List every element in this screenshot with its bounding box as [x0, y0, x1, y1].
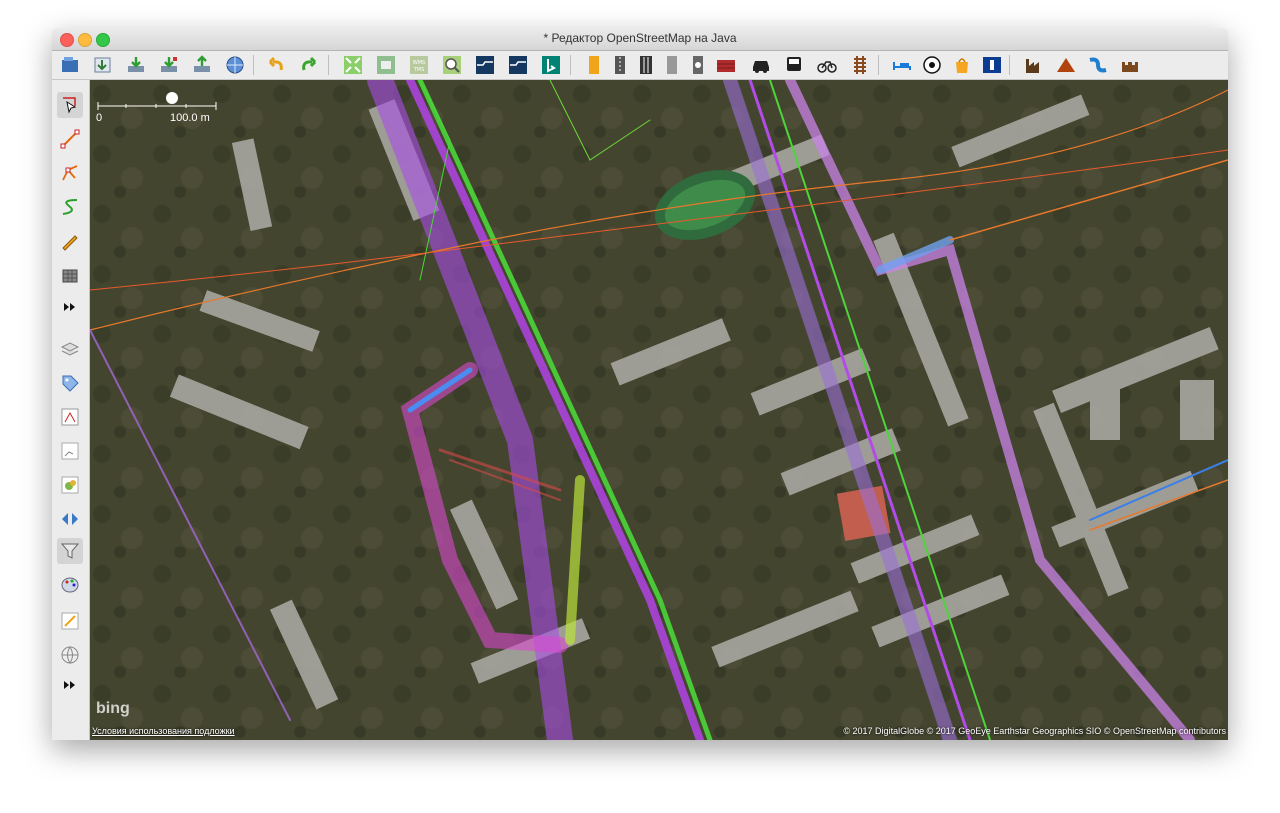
more-icon[interactable] — [57, 672, 83, 698]
satellite-imagery — [90, 80, 1228, 740]
road-icon[interactable] — [660, 53, 684, 77]
globe-icon[interactable] — [57, 642, 83, 668]
svg-text:TMS: TMS — [413, 67, 425, 73]
zoom-to-data-icon[interactable] — [341, 53, 365, 77]
bus-icon[interactable] — [782, 53, 806, 77]
shop-icon[interactable] — [950, 53, 974, 77]
download-along-icon[interactable] — [157, 53, 181, 77]
info-icon[interactable] — [980, 53, 1004, 77]
bicycle-icon[interactable] — [815, 53, 839, 77]
wms-icon[interactable]: WMS TMS — [407, 53, 431, 77]
layers-icon[interactable] — [57, 336, 83, 362]
scale-bar-line — [97, 92, 217, 110]
download-object-icon[interactable] — [124, 53, 148, 77]
download-icon[interactable] — [91, 53, 115, 77]
preset-icon[interactable] — [506, 53, 530, 77]
railway-track-icon[interactable] — [848, 53, 872, 77]
attribution-text: © 2017 DigitalGlobe © 2017 GeoEye Earths… — [843, 726, 1226, 736]
window-title: * Редактор OpenStreetMap на Java — [543, 31, 737, 45]
filter-icon[interactable] — [57, 538, 83, 564]
terms-of-use-link[interactable]: Условия использования подложки — [92, 726, 235, 736]
preset-icon[interactable] — [473, 53, 497, 77]
globe-upload-icon[interactable] — [223, 53, 247, 77]
open-file-icon[interactable] — [58, 53, 82, 77]
left-toolbar — [52, 80, 90, 740]
car-icon[interactable] — [749, 53, 773, 77]
map-view[interactable]: 0 100.0 m bing Условия использования под… — [90, 80, 1228, 740]
factory-icon[interactable] — [1022, 53, 1046, 77]
redo-icon[interactable] — [297, 53, 321, 77]
image-icon[interactable] — [57, 472, 83, 498]
validation-icon[interactable] — [57, 608, 83, 634]
building-icon[interactable] — [714, 53, 738, 77]
pencil-icon[interactable] — [57, 228, 83, 254]
relation-icon[interactable] — [57, 404, 83, 430]
football-icon[interactable] — [920, 53, 944, 77]
castle-icon[interactable] — [1118, 53, 1142, 77]
improve-way-icon[interactable] — [57, 194, 83, 220]
search-icon[interactable] — [440, 53, 464, 77]
tags-icon[interactable] — [57, 370, 83, 396]
building-tool-icon[interactable] — [57, 262, 83, 288]
draw-line-icon[interactable] — [57, 126, 83, 152]
more-icon[interactable] — [57, 294, 83, 320]
railway-icon[interactable] — [686, 53, 710, 77]
draw-node-icon[interactable] — [57, 160, 83, 186]
road-icon[interactable] — [634, 53, 658, 77]
selection-list-icon[interactable] — [57, 438, 83, 464]
scale-label: 100.0 m — [170, 112, 210, 124]
scale-zero-label: 0 — [96, 112, 103, 124]
bed-icon[interactable] — [890, 53, 914, 77]
upload-icon[interactable] — [190, 53, 214, 77]
print-icon[interactable] — [374, 53, 398, 77]
svg-text:WMS: WMS — [413, 60, 425, 66]
main-toolbar: WMS TMS — [52, 51, 1228, 80]
map-paint-icon[interactable] — [57, 506, 83, 532]
josm-window: * Редактор OpenStreetMap на Java WMSTMS — [52, 28, 1228, 740]
select-icon[interactable] — [57, 92, 83, 118]
undo-icon[interactable] — [264, 53, 288, 77]
road-icon[interactable] — [608, 53, 632, 77]
waterway-icon[interactable] — [1086, 53, 1110, 77]
bing-logo: bing — [96, 700, 130, 717]
peak-icon[interactable] — [1054, 53, 1078, 77]
title-bar: * Редактор OpenStreetMap на Java — [52, 28, 1228, 51]
road-icon[interactable] — [582, 53, 606, 77]
bing-icon[interactable] — [539, 53, 563, 77]
palette-icon[interactable] — [57, 572, 83, 598]
